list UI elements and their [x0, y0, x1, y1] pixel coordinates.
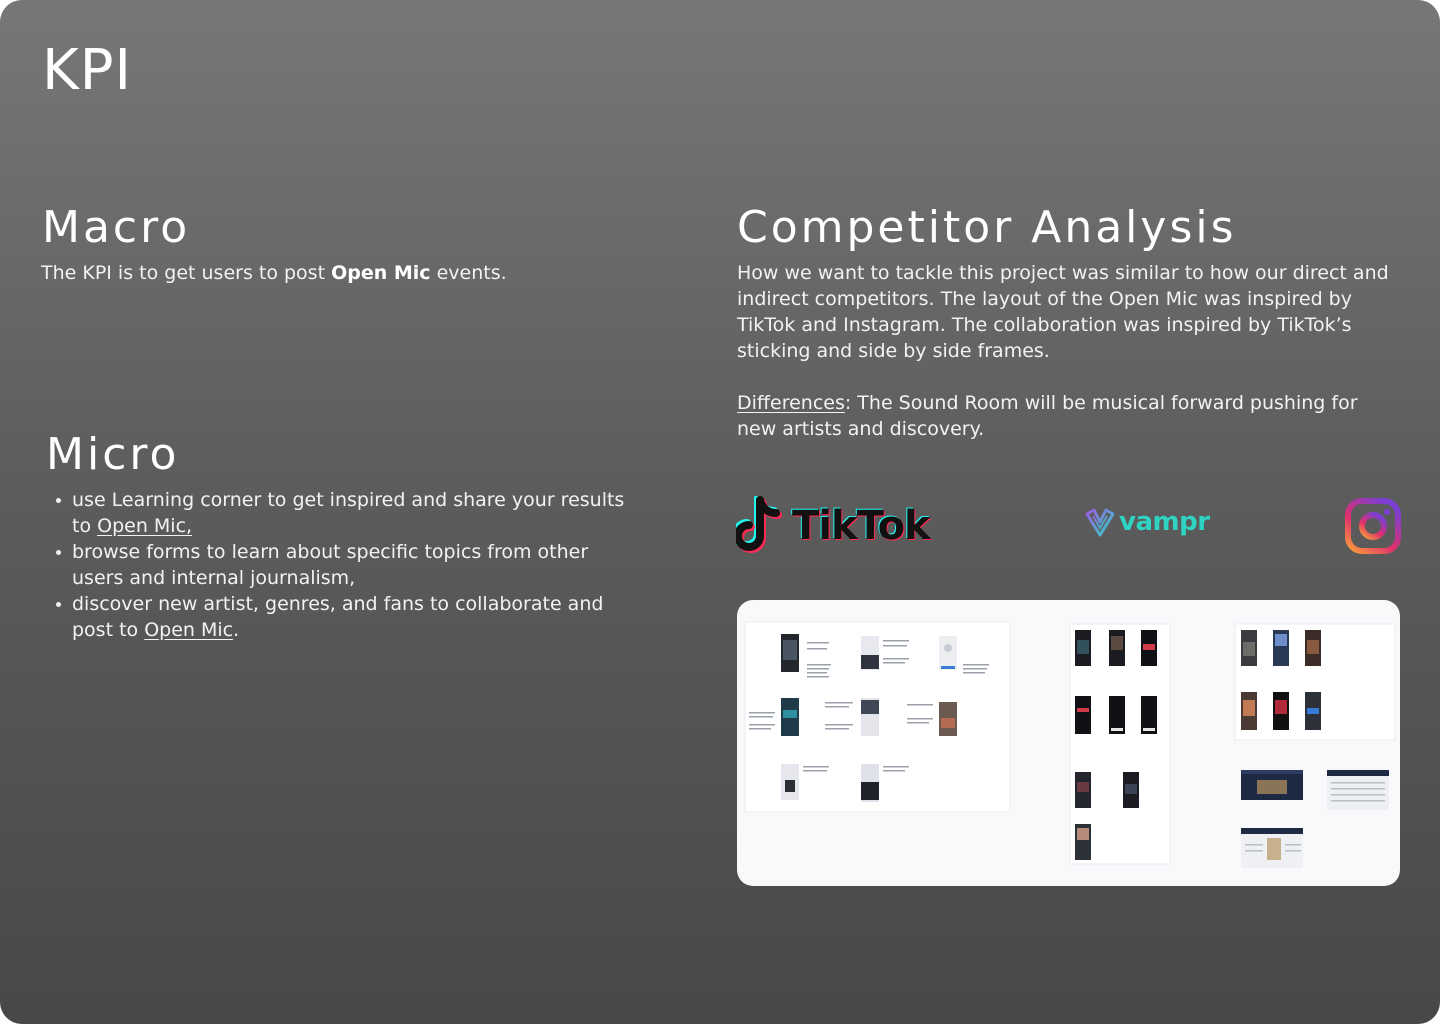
page-title: KPI [42, 38, 133, 103]
tiktok-wordmark: TikTok [792, 503, 931, 549]
instagram-logo [1344, 497, 1402, 555]
macro-text-bold: Open Mic [331, 262, 431, 284]
instagram-camera-icon [1345, 498, 1401, 554]
micro-item-after: . [233, 619, 240, 641]
vampr-wordmark: vampr [1119, 507, 1210, 537]
micro-item-forms: browse forms to learn about specific top… [56, 539, 632, 591]
vampr-v-icon [1085, 508, 1115, 537]
tiktok-logo: TikTok [736, 496, 931, 556]
competitor-paragraph: How we want to tackle this project was s… [737, 262, 1389, 362]
micro-item-discover: discover new artist, genres, and fans to… [56, 591, 632, 643]
macro-heading: Macro [42, 202, 191, 253]
design-board-thumbnail [737, 600, 1400, 886]
micro-list: use Learning corner to get inspired and … [44, 487, 632, 643]
open-mic-link[interactable]: Open Mic [144, 619, 233, 641]
micro-item-text: browse forms to learn about specific top… [72, 541, 589, 589]
open-mic-link[interactable]: Open Mic, [97, 515, 192, 537]
tiktok-note-icon [736, 496, 782, 553]
kpi-frame: KPI Macro The KPI is to get users to pos… [0, 0, 1440, 1024]
differences-link[interactable]: Differences [737, 392, 845, 414]
macro-text: The KPI is to get users to post Open Mic… [41, 260, 641, 286]
differences-paragraph: Differences: The Sound Room will be musi… [737, 390, 1402, 442]
micro-heading: Micro [46, 429, 180, 480]
vampr-logo: vampr [1084, 506, 1210, 538]
board-canvas [744, 621, 1396, 868]
micro-item-learning: use Learning corner to get inspired and … [56, 487, 632, 539]
competitor-heading: Competitor Analysis [737, 202, 1237, 253]
macro-text-after: events. [430, 262, 507, 284]
macro-text-before: The KPI is to get users to post [41, 262, 332, 284]
